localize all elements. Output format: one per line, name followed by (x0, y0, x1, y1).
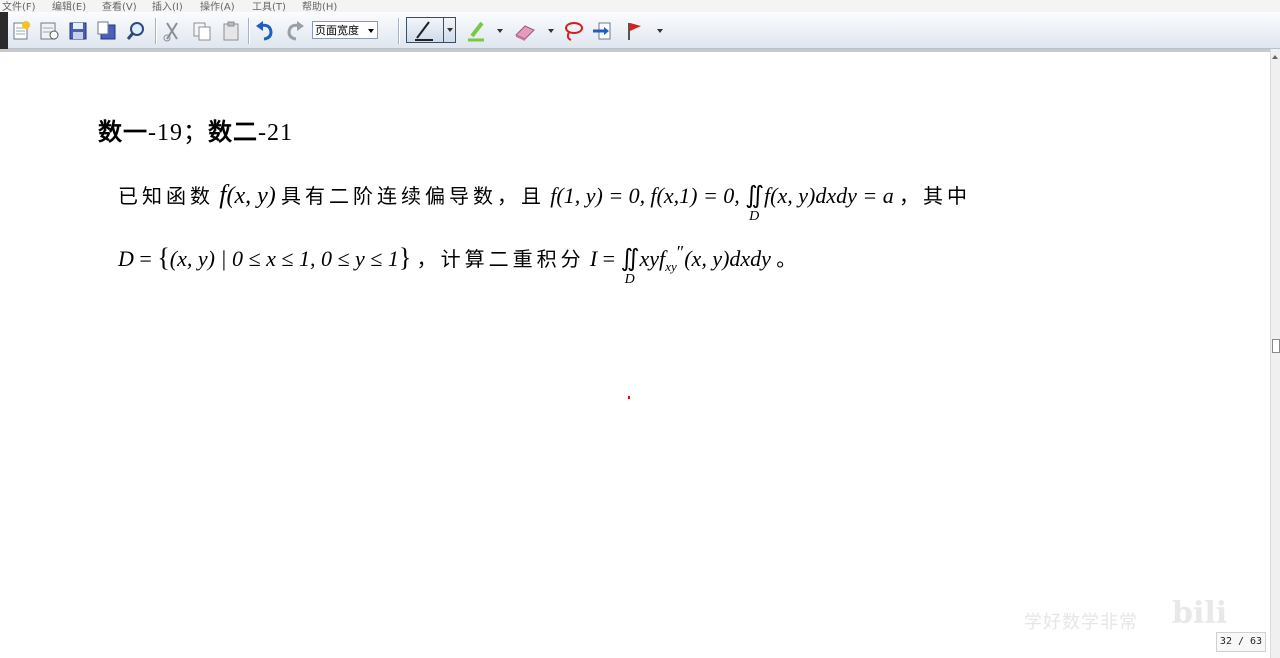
scroll-up-icon[interactable] (1272, 55, 1278, 59)
problem-text: 具有二阶连续偏导数，且 (281, 184, 546, 208)
math-equals: = (133, 246, 158, 271)
math-differential: dxdy (815, 183, 857, 208)
zoom-select[interactable]: 页面宽度 (312, 21, 378, 39)
menu-view[interactable]: 查看(V) (102, 0, 137, 12)
open-icon[interactable] (37, 19, 61, 43)
math-args: (x, y) (684, 246, 730, 271)
chevron-down-icon (368, 29, 374, 33)
heading-number-two: -21 (258, 120, 293, 146)
problem-text: 。 (776, 247, 801, 271)
menu-file[interactable]: 文件(F) (2, 0, 36, 12)
math-condition-1: (1, y) = 0, (556, 183, 646, 208)
highlighter-icon[interactable] (464, 19, 488, 43)
chevron-down-icon[interactable] (548, 29, 554, 33)
heading-math-one: 数一 (98, 118, 148, 146)
left-brace: { (157, 243, 170, 272)
pen-cursor-dot (628, 396, 630, 399)
cut-icon[interactable] (160, 19, 184, 43)
math-args: (x, y) (226, 183, 276, 209)
vertical-scrollbar[interactable] (1270, 49, 1280, 658)
undo-icon[interactable] (253, 19, 277, 43)
flag-icon[interactable] (622, 19, 646, 43)
menu-edit[interactable]: 编辑(E) (52, 0, 86, 12)
menu-tools[interactable]: 工具(T) (252, 0, 286, 12)
problem-line-2: D = {(x, y) | 0 ≤ x ≤ 1, 0 ≤ y ≤ 1} ，计算二… (118, 242, 801, 287)
math-condition-2: (x,1) = 0, (656, 183, 740, 208)
menu-help[interactable]: 帮助(H) (302, 0, 337, 12)
integral-glyph: ∬ (620, 246, 640, 272)
toolbar-separator (155, 18, 157, 44)
chevron-down-icon[interactable] (447, 28, 453, 32)
paste-icon[interactable] (219, 19, 243, 43)
integral-region: D (749, 209, 760, 224)
zoom-value: 页面宽度 (315, 24, 359, 37)
scrollbar-thumb[interactable] (1272, 339, 1280, 353)
pen-icon (415, 21, 433, 41)
save-as-icon[interactable] (95, 19, 119, 43)
heading-number-one: -19； (148, 120, 208, 146)
problem-text: 已知函数 (118, 184, 214, 208)
problem-text: ，计算二重积分 (416, 247, 585, 271)
pen-button[interactable] (406, 17, 456, 43)
menu-insert[interactable]: 插入(I) (152, 0, 183, 12)
heading-math-two: 数二 (208, 118, 258, 146)
insert-space-icon[interactable] (590, 19, 614, 43)
chevron-down-icon[interactable] (497, 29, 503, 33)
problem-line-1: 已知函数 f(x, y) 具有二阶连续偏导数，且 f(1, y) = 0, f(… (118, 180, 971, 224)
math-region-def: (x, y) | 0 ≤ x ≤ 1, 0 ≤ y ≤ 1 (169, 246, 399, 271)
toolbar-separator (248, 18, 250, 44)
toolbar: 页面宽度 (0, 12, 1280, 82)
split-divider (443, 18, 444, 42)
math-args: (x, y) (770, 183, 816, 208)
menu-bar: 文件(F) 编辑(E) 查看(V) 插入(I) 操作(A) 工具(T) 帮助(H… (0, 0, 1280, 12)
math-subscript: xy (665, 259, 677, 275)
math-equals-a: = a (856, 183, 894, 208)
problem-heading: 数一-19；数二-21 (98, 112, 293, 147)
double-integral-sign: ∬ D (745, 181, 764, 224)
math-integrand: xyf (639, 246, 666, 271)
eraser-icon[interactable] (513, 19, 537, 43)
page-counter: 32 / 63 (1216, 632, 1266, 652)
new-page-icon[interactable] (9, 19, 33, 43)
menu-action[interactable]: 操作(A) (200, 0, 235, 12)
watermark-text: 学好数学非常 (1024, 612, 1138, 633)
math-region-D: D (118, 246, 134, 271)
save-icon[interactable] (66, 19, 90, 43)
copy-icon[interactable] (190, 19, 214, 43)
chevron-down-icon[interactable] (657, 29, 663, 33)
integral-region: D (624, 272, 635, 287)
find-icon[interactable] (124, 19, 148, 43)
lasso-icon[interactable] (561, 19, 585, 43)
right-brace: } (398, 243, 412, 272)
math-differential: dxdy (729, 246, 771, 271)
watermark-logo: bili (1172, 596, 1228, 631)
integral-glyph: ∬ (745, 183, 764, 209)
toolbar-separator (398, 18, 400, 44)
double-integral-sign: ∬ D (620, 244, 640, 287)
redo-icon[interactable] (283, 19, 307, 43)
problem-text: ，其中 (898, 184, 971, 208)
math-equals: = (597, 246, 621, 271)
